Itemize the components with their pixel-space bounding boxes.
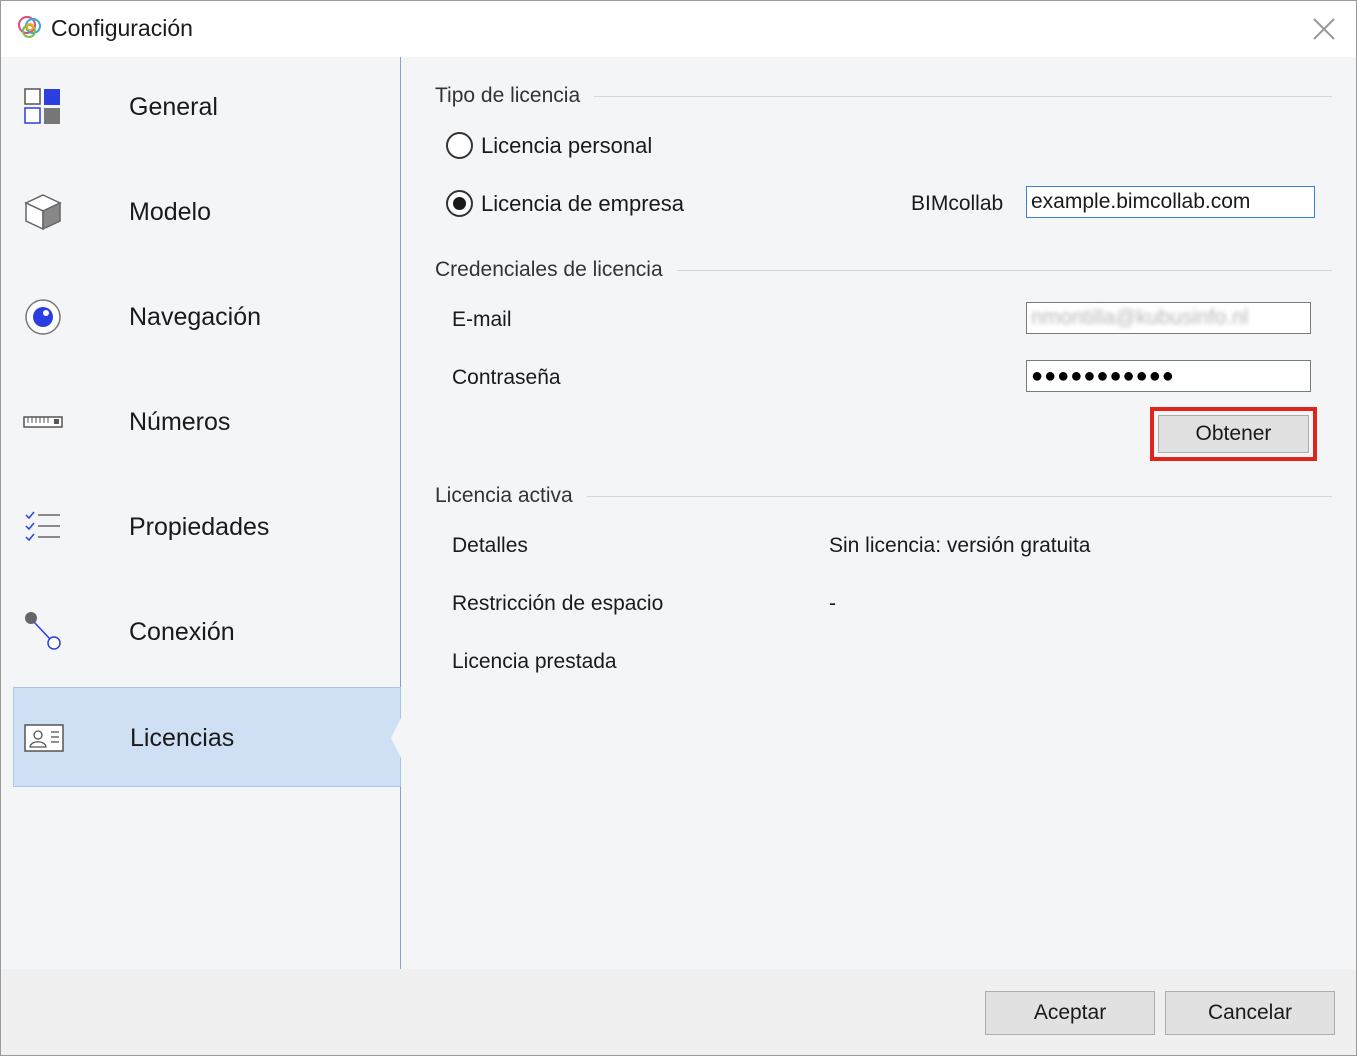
section-heading: Licencia activa <box>435 484 573 507</box>
sidebar-item-conexion[interactable]: Conexión <box>13 582 401 682</box>
email-field[interactable]: nmontilla@kubusinfo.nl <box>1026 302 1311 334</box>
sidebar-item-general[interactable]: General <box>13 57 401 157</box>
id-card-icon <box>24 724 64 752</box>
radio-button[interactable] <box>446 190 473 217</box>
settings-dialog: Configuración General Modelo Navegación … <box>0 0 1357 1056</box>
connection-icon <box>25 612 61 650</box>
licenses-panel: Tipo de licencia Licencia personal Licen… <box>402 57 1356 969</box>
radio-company-license[interactable]: Licencia de empresa <box>446 190 684 217</box>
checklist-icon <box>25 511 60 542</box>
email-label: E-mail <box>452 308 512 331</box>
radio-personal-license[interactable]: Licencia personal <box>446 132 652 159</box>
email-value: nmontilla@kubusinfo.nl <box>1031 306 1249 329</box>
details-label: Detalles <box>452 534 528 557</box>
cube-icon <box>24 194 62 231</box>
obtain-license-button[interactable]: Obtener <box>1158 415 1309 453</box>
details-value: Sin licencia: versión gratuita <box>829 534 1091 557</box>
window-title: Configuración <box>51 15 193 41</box>
sidebar-item-label: Licencias <box>130 724 235 752</box>
section-divider <box>594 95 1332 97</box>
sidebar-item-navegacion[interactable]: Navegación <box>13 267 401 367</box>
ruler-icon <box>23 416 63 428</box>
sidebar-item-label: Propiedades <box>129 513 270 541</box>
radio-label: Licencia de empresa <box>481 190 685 216</box>
sidebar-item-propiedades[interactable]: Propiedades <box>13 477 401 577</box>
sidebar-item-label: Navegación <box>129 303 262 331</box>
section-heading: Credenciales de licencia <box>435 258 663 281</box>
sidebar-item-numeros[interactable]: Números <box>13 372 401 472</box>
section-heading: Tipo de licencia <box>435 84 581 107</box>
section-divider <box>676 269 1332 271</box>
cancel-button[interactable]: Cancelar <box>1165 991 1335 1035</box>
sidebar-item-modelo[interactable]: Modelo <box>13 162 401 262</box>
close-icon[interactable] <box>1310 15 1338 43</box>
space-restriction-value: - <box>829 592 836 615</box>
sidebar-item-label: General <box>129 93 218 121</box>
sidebar: General Modelo Navegación Números Propie… <box>1 57 401 969</box>
borrowed-license-label: Licencia prestada <box>452 650 617 673</box>
navigation-eye-icon <box>25 299 61 335</box>
radio-button[interactable] <box>446 132 473 159</box>
sidebar-item-label: Números <box>129 408 231 436</box>
password-value: ●●●●●●●●●●● <box>1031 364 1175 387</box>
sidebar-item-label: Modelo <box>129 198 211 226</box>
selection-notch <box>391 718 401 758</box>
accept-button[interactable]: Aceptar <box>985 991 1155 1035</box>
title-bar: Configuración <box>1 1 1356 57</box>
dialog-footer: Aceptar Cancelar <box>1 969 1356 1055</box>
license-type-section: Tipo de licencia <box>435 84 1332 108</box>
space-restriction-label: Restricción de espacio <box>452 592 664 615</box>
sidebar-item-label: Conexión <box>129 618 235 646</box>
bimcollab-server-value: example.bimcollab.com <box>1031 190 1251 213</box>
password-label: Contraseña <box>452 366 561 389</box>
bimcollab-server-input[interactable]: example.bimcollab.com <box>1026 186 1315 218</box>
sidebar-item-licencias[interactable]: Licencias <box>13 687 401 787</box>
credentials-section: Credenciales de licencia <box>435 258 1332 282</box>
radio-label: Licencia personal <box>481 132 653 158</box>
password-field[interactable]: ●●●●●●●●●●● <box>1026 360 1311 392</box>
section-divider <box>586 495 1332 497</box>
general-grid-icon <box>24 88 60 124</box>
bimcollab-label: BIMcollab <box>911 192 1004 215</box>
app-logo-icon <box>18 16 41 38</box>
active-license-section: Licencia activa <box>435 484 1332 508</box>
